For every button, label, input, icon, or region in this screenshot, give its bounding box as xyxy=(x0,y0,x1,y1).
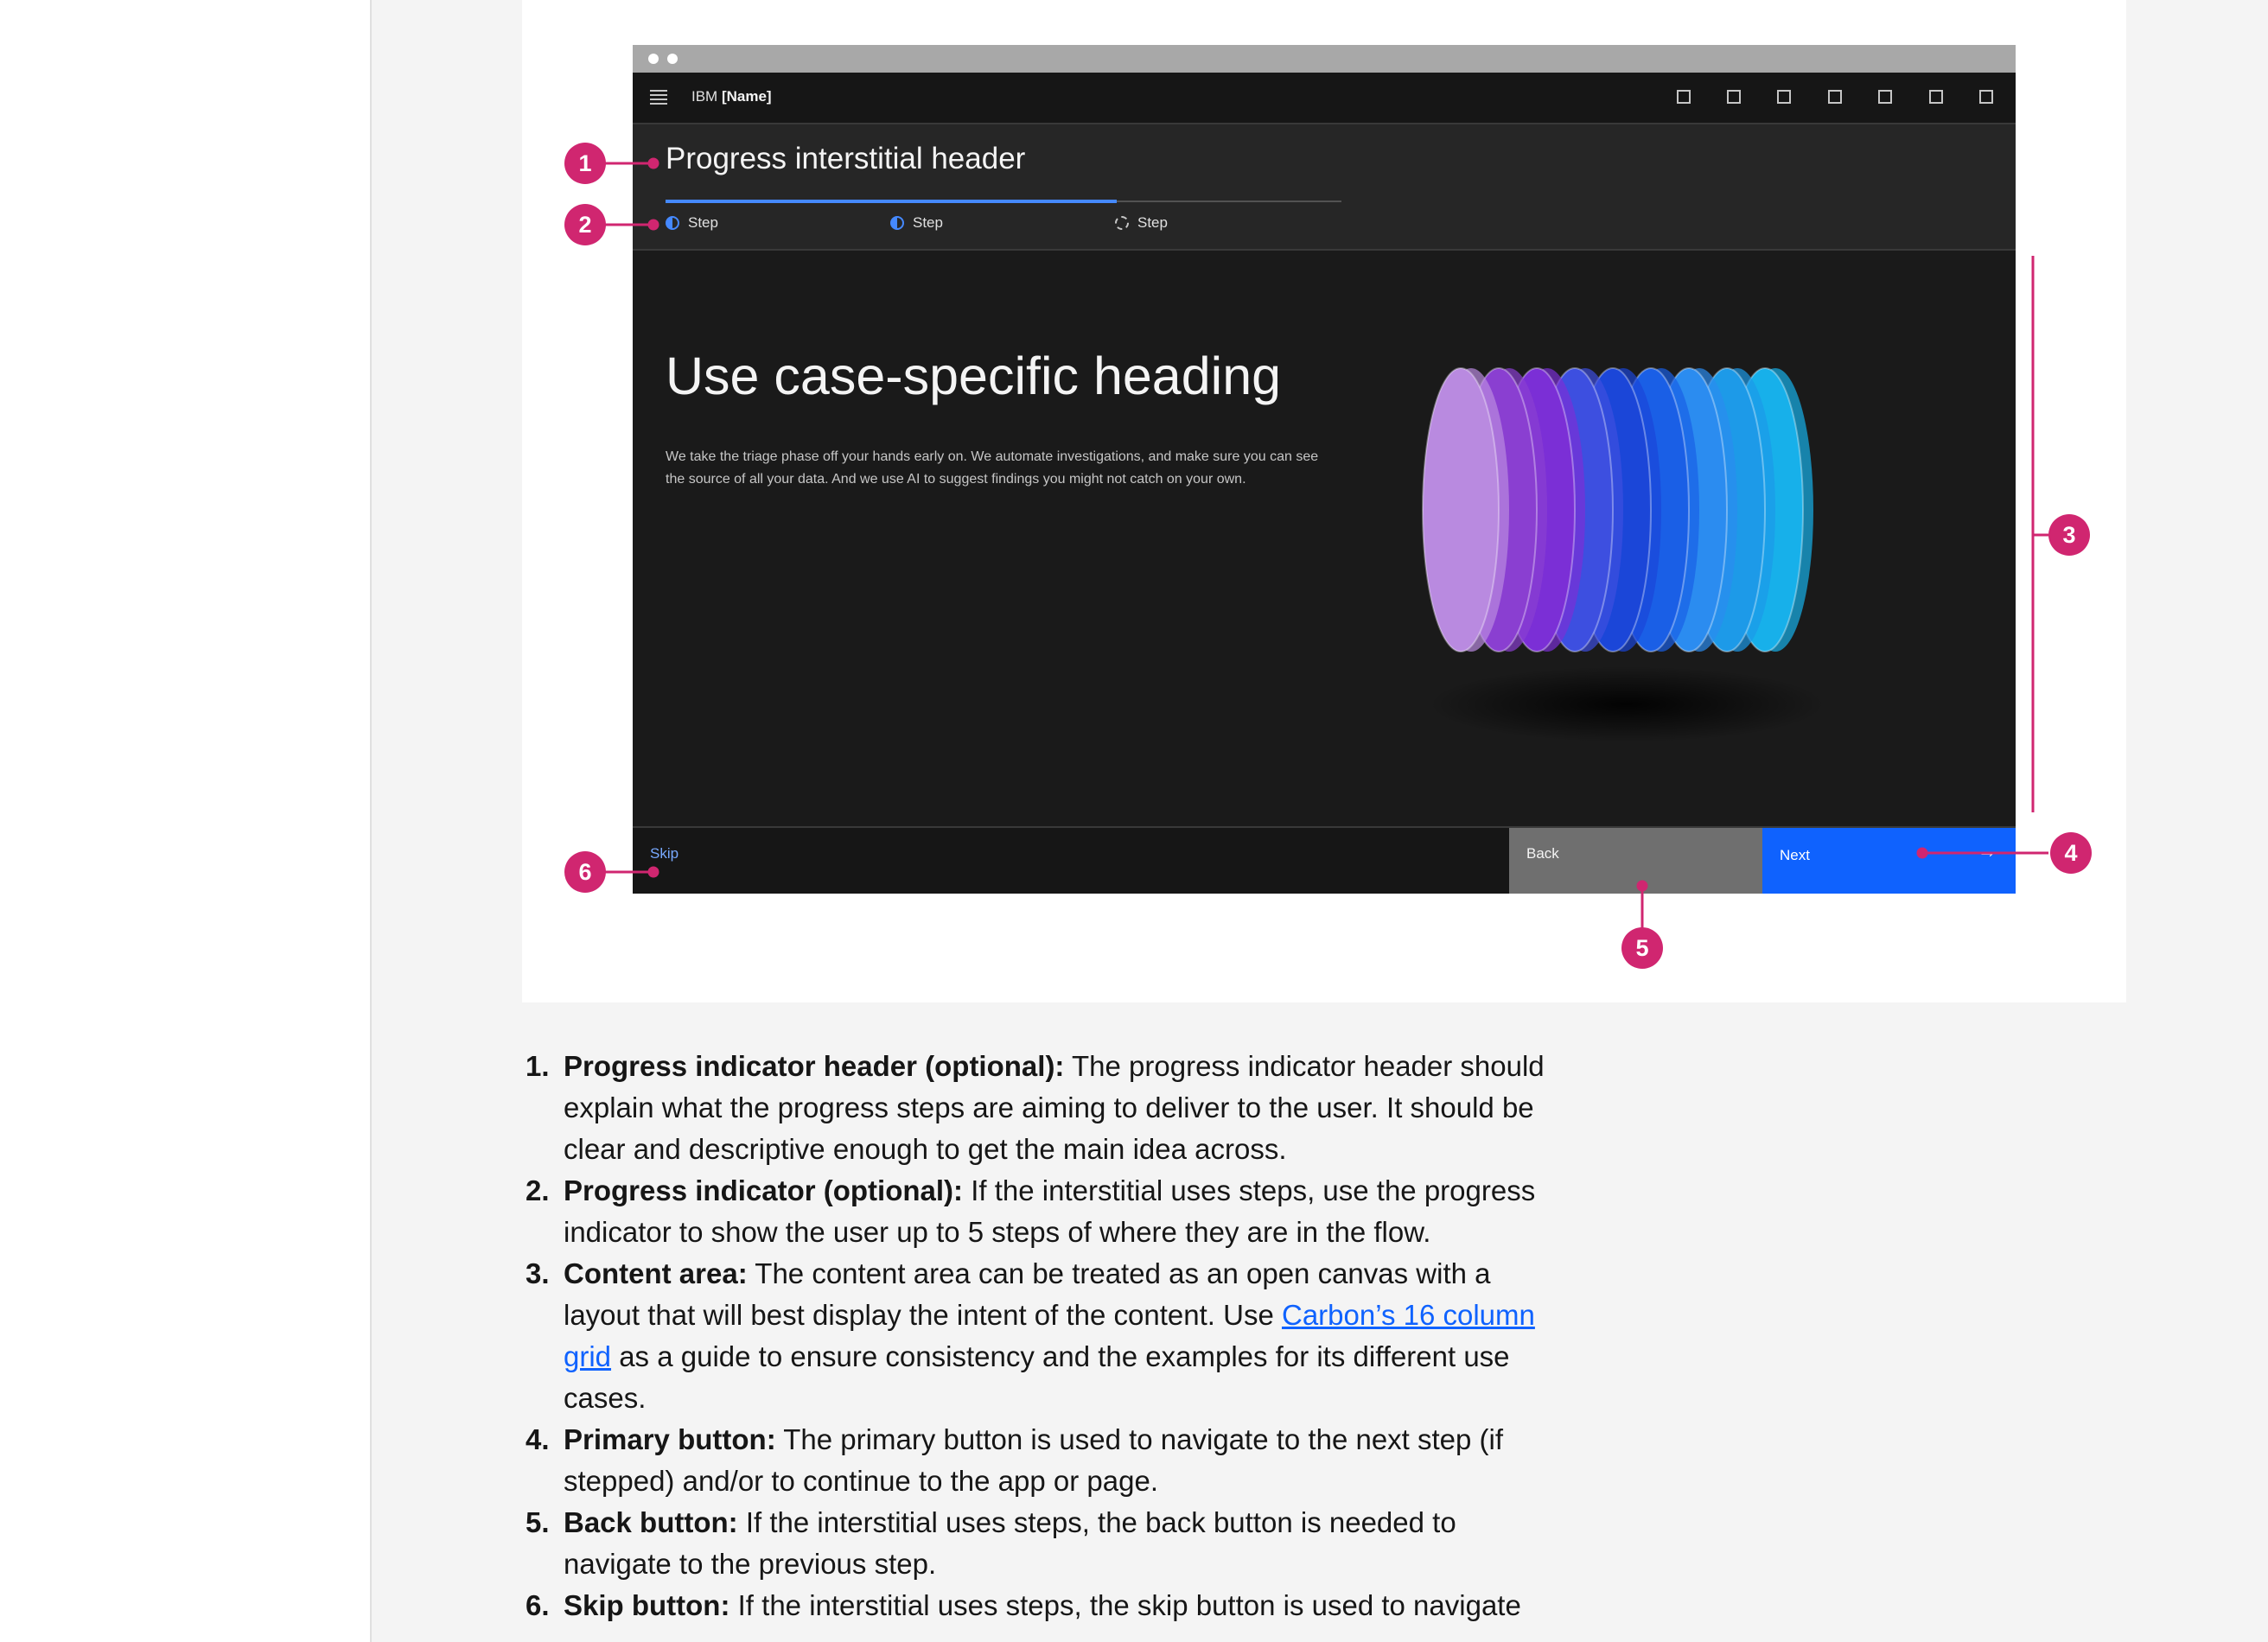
list-number: 5. xyxy=(526,1506,550,1538)
list-term: Content area: xyxy=(564,1257,748,1289)
callout-badge-3: 3 xyxy=(2048,514,2090,556)
list-term: Progress indicator header (optional): xyxy=(564,1050,1065,1082)
list-text: as a guide to ensure consistency and the… xyxy=(564,1340,1510,1414)
anatomy-description-list: 1. Progress indicator header (optional):… xyxy=(526,1046,1545,1626)
list-item: 5. Back button: If the interstitial uses… xyxy=(526,1502,1545,1585)
list-term: Primary button: xyxy=(564,1423,776,1455)
list-item: 2. Progress indicator (optional): If the… xyxy=(526,1170,1545,1253)
list-text: If the interstitial uses steps, the skip… xyxy=(737,1589,1521,1621)
list-item: 3. Content area: The content area can be… xyxy=(526,1253,1545,1419)
callout-badge-2: 2 xyxy=(564,204,606,245)
callout-badge-1: 1 xyxy=(564,143,606,184)
list-item: 6. Skip button: If the interstitial uses… xyxy=(526,1585,1545,1626)
list-number: 6. xyxy=(526,1589,550,1621)
callout-badge-6: 6 xyxy=(564,851,606,893)
list-number: 1. xyxy=(526,1050,550,1082)
list-term: Progress indicator (optional): xyxy=(564,1174,964,1206)
list-term: Skip button: xyxy=(564,1589,730,1621)
list-item: 1. Progress indicator header (optional):… xyxy=(526,1046,1545,1170)
list-number: 2. xyxy=(526,1174,550,1206)
list-term: Back button: xyxy=(564,1506,738,1538)
list-number: 3. xyxy=(526,1257,550,1289)
callout-badge-4: 4 xyxy=(2050,832,2092,874)
callout-badge-5: 5 xyxy=(1621,927,1663,969)
list-item: 4. Primary button: The primary button is… xyxy=(526,1419,1545,1502)
list-number: 4. xyxy=(526,1423,550,1455)
